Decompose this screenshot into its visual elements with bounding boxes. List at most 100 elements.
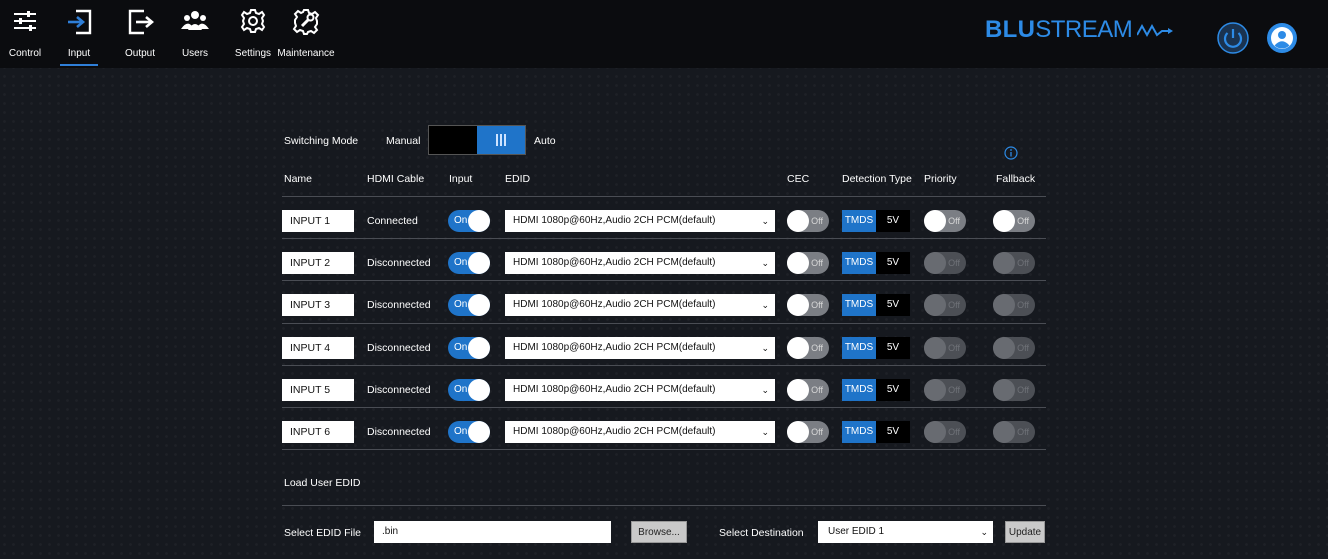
input-name-field[interactable]: INPUT 5 bbox=[282, 379, 354, 401]
chevron-down-icon: ⌄ bbox=[980, 527, 988, 537]
toggle-knob bbox=[787, 294, 809, 316]
cec-toggle[interactable]: Off bbox=[787, 210, 829, 232]
browse-button[interactable]: Browse... bbox=[631, 521, 687, 543]
nav-label: Users bbox=[181, 48, 209, 59]
priority-toggle[interactable]: Off bbox=[924, 210, 966, 232]
toggle-off-text: Off bbox=[811, 216, 823, 226]
chevron-down-icon: ⌄ bbox=[761, 343, 769, 353]
detection-tmds: TMDS bbox=[842, 252, 876, 274]
priority-toggle[interactable]: Off bbox=[924, 294, 966, 316]
toggle-off-text: Off bbox=[948, 300, 960, 310]
toggle-knob bbox=[924, 252, 946, 274]
detection-5v: 5V bbox=[886, 384, 900, 395]
header-name: Name bbox=[284, 173, 313, 185]
nav-control[interactable]: Control bbox=[8, 0, 42, 68]
header-hdmi-cable: HDMI Cable bbox=[367, 173, 425, 185]
edid-select[interactable]: HDMI 1080p@60Hz,Audio 2CH PCM(default) ⌄ bbox=[505, 421, 775, 443]
switching-mode-toggle[interactable] bbox=[428, 125, 526, 155]
nav-input[interactable]: Input bbox=[60, 0, 98, 68]
input-enable-toggle[interactable]: On bbox=[448, 294, 490, 316]
toggle-off-text: Off bbox=[1017, 300, 1029, 310]
input-enable-toggle[interactable]: On bbox=[448, 252, 490, 274]
hdmi-cable-status: Disconnected bbox=[367, 426, 431, 438]
detection-5v: 5V bbox=[886, 257, 900, 268]
input-enable-toggle[interactable]: On bbox=[448, 337, 490, 359]
priority-toggle[interactable]: Off bbox=[924, 337, 966, 359]
input-icon bbox=[68, 9, 92, 35]
fallback-toggle[interactable]: Off bbox=[993, 252, 1035, 274]
update-button[interactable]: Update bbox=[1005, 521, 1045, 543]
nav-maintenance[interactable]: Maintenance bbox=[276, 0, 336, 68]
detection-tmds: TMDS bbox=[842, 294, 876, 316]
toggle-knob bbox=[993, 421, 1015, 443]
detection-type-toggle[interactable]: TMDS 5V bbox=[842, 252, 910, 274]
cec-toggle[interactable]: Off bbox=[787, 421, 829, 443]
manual-label: Manual bbox=[386, 135, 421, 147]
input-name-field[interactable]: INPUT 1 bbox=[282, 210, 354, 232]
toggle-knob bbox=[787, 210, 809, 232]
edid-select[interactable]: HDMI 1080p@60Hz,Audio 2CH PCM(default) ⌄ bbox=[505, 252, 775, 274]
edid-value: HDMI 1080p@60Hz,Audio 2CH PCM(default) bbox=[513, 342, 716, 353]
edid-select[interactable]: HDMI 1080p@60Hz,Audio 2CH PCM(default) ⌄ bbox=[505, 210, 775, 232]
nav-users[interactable]: Users bbox=[180, 0, 210, 68]
detection-tmds: TMDS bbox=[842, 337, 876, 359]
cec-toggle[interactable]: Off bbox=[787, 294, 829, 316]
toggle-knob bbox=[924, 379, 946, 401]
detection-5v: 5V bbox=[886, 342, 900, 353]
detection-type-toggle[interactable]: TMDS 5V bbox=[842, 210, 910, 232]
toggle-off-text: Off bbox=[948, 385, 960, 395]
divider bbox=[282, 505, 1046, 506]
header-edid: EDID bbox=[505, 173, 531, 185]
toggle-on-text: On bbox=[454, 299, 468, 310]
input-enable-toggle[interactable]: On bbox=[448, 379, 490, 401]
user-button[interactable] bbox=[1266, 22, 1298, 54]
fallback-toggle[interactable]: Off bbox=[993, 294, 1035, 316]
priority-toggle[interactable]: Off bbox=[924, 252, 966, 274]
select-destination-label: Select Destination bbox=[719, 527, 804, 539]
sliders-icon bbox=[14, 11, 36, 31]
input-name-field[interactable]: INPUT 3 bbox=[282, 294, 354, 316]
cec-toggle[interactable]: Off bbox=[787, 252, 829, 274]
edid-value: HDMI 1080p@60Hz,Audio 2CH PCM(default) bbox=[513, 215, 716, 226]
info-icon[interactable] bbox=[1004, 146, 1018, 160]
edid-file-input[interactable]: .bin bbox=[374, 521, 611, 543]
nav-settings[interactable]: Settings bbox=[231, 0, 275, 68]
cec-toggle[interactable]: Off bbox=[787, 337, 829, 359]
fallback-toggle[interactable]: Off bbox=[993, 210, 1035, 232]
toggle-off-text: Off bbox=[811, 343, 823, 353]
priority-toggle[interactable]: Off bbox=[924, 379, 966, 401]
input-name-field[interactable]: INPUT 2 bbox=[282, 252, 354, 274]
toggle-knob bbox=[924, 337, 946, 359]
detection-type-toggle[interactable]: TMDS 5V bbox=[842, 337, 910, 359]
logo-text-bold: BLU bbox=[985, 16, 1036, 43]
input-name-field[interactable]: INPUT 4 bbox=[282, 337, 354, 359]
toggle-knob bbox=[993, 294, 1015, 316]
edid-select[interactable]: HDMI 1080p@60Hz,Audio 2CH PCM(default) ⌄ bbox=[505, 337, 775, 359]
toggle-on-text: On bbox=[454, 426, 468, 437]
nav-output[interactable]: Output bbox=[122, 0, 158, 68]
toggle-knob bbox=[924, 210, 946, 232]
cec-toggle[interactable]: Off bbox=[787, 379, 829, 401]
detection-type-toggle[interactable]: TMDS 5V bbox=[842, 379, 910, 401]
toggle-off-text: Off bbox=[948, 216, 960, 226]
priority-toggle[interactable]: Off bbox=[924, 421, 966, 443]
toggle-knob bbox=[787, 337, 809, 359]
edid-select[interactable]: HDMI 1080p@60Hz,Audio 2CH PCM(default) ⌄ bbox=[505, 294, 775, 316]
input-name-field[interactable]: INPUT 6 bbox=[282, 421, 354, 443]
fallback-toggle[interactable]: Off bbox=[993, 379, 1035, 401]
header-priority: Priority bbox=[924, 173, 957, 185]
chevron-down-icon: ⌄ bbox=[761, 258, 769, 268]
detection-type-toggle[interactable]: TMDS 5V bbox=[842, 421, 910, 443]
detection-type-toggle[interactable]: TMDS 5V bbox=[842, 294, 910, 316]
edid-value: HDMI 1080p@60Hz,Audio 2CH PCM(default) bbox=[513, 257, 716, 268]
edid-select[interactable]: HDMI 1080p@60Hz,Audio 2CH PCM(default) ⌄ bbox=[505, 379, 775, 401]
fallback-toggle[interactable]: Off bbox=[993, 421, 1035, 443]
destination-select[interactable]: User EDID 1 ⌄ bbox=[818, 521, 993, 543]
divider bbox=[282, 323, 1046, 324]
toggle-knob bbox=[787, 421, 809, 443]
input-enable-toggle[interactable]: On bbox=[448, 421, 490, 443]
input-enable-toggle[interactable]: On bbox=[448, 210, 490, 232]
toggle-knob bbox=[993, 210, 1015, 232]
fallback-toggle[interactable]: Off bbox=[993, 337, 1035, 359]
power-button[interactable] bbox=[1217, 22, 1249, 54]
